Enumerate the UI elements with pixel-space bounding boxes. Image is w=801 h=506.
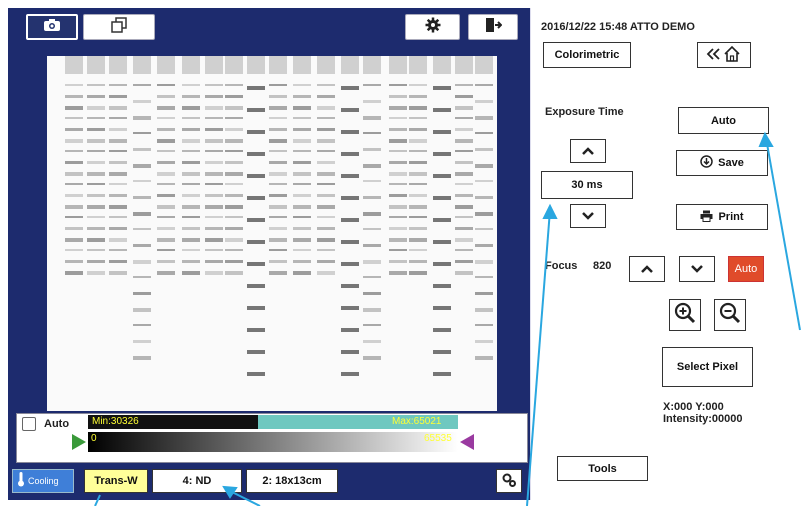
annotation-pointer-overlay bbox=[94, 131, 801, 506]
pointer-arrow-auto bbox=[758, 131, 774, 147]
pointer-arrow-nd bbox=[222, 485, 238, 499]
pointer-line-exposure bbox=[526, 209, 551, 506]
pointer-line-auto bbox=[765, 137, 801, 331]
pointer-line-filter bbox=[94, 494, 101, 506]
pointer-arrow-exposure bbox=[542, 203, 558, 219]
